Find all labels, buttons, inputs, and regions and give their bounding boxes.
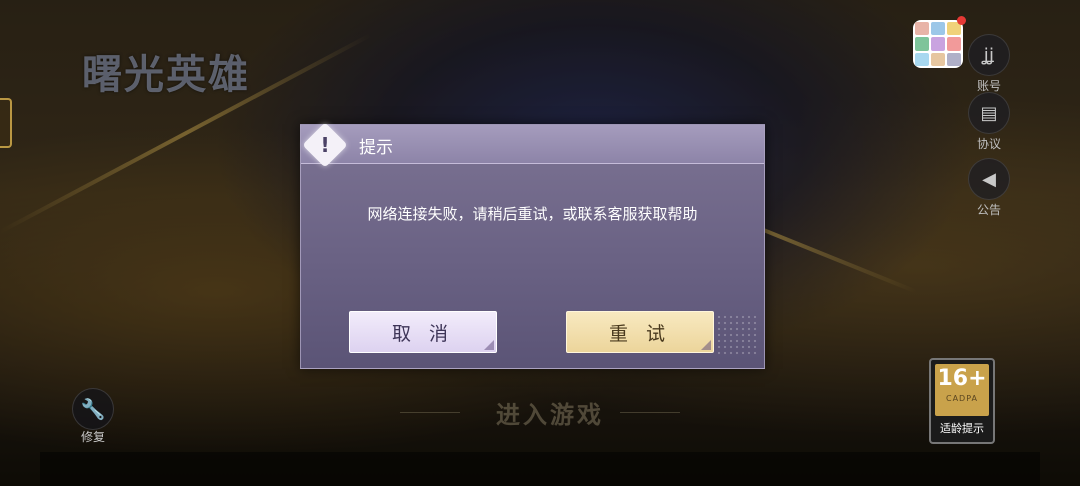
game-logo: 曙光英雄 [82, 52, 250, 98]
dialog-message: 网络连接失败，请稍后重试，或联系客服获取帮助 [367, 205, 698, 223]
account-button[interactable]: ʝʝ 账号 [968, 34, 1010, 94]
dialog-title: 提示 [359, 138, 393, 158]
warning-icon: ! [302, 122, 348, 168]
account-icon: ʝʝ [968, 34, 1010, 76]
agreement-button[interactable]: ▤ 协议 [968, 92, 1010, 152]
agreement-label: 协议 [976, 137, 1001, 151]
notice-button[interactable]: ◀ 公告 [968, 158, 1010, 218]
repair-label: 修复 [80, 430, 105, 444]
user-avatar[interactable] [913, 20, 963, 68]
dialog-dot-pattern [716, 314, 758, 356]
age-rating-tip: 适龄提示 [940, 422, 984, 435]
left-side-tab[interactable] [0, 98, 12, 148]
enter-game-button[interactable]: 进入游戏 [430, 395, 670, 431]
enter-game-divider-right [620, 412, 680, 413]
notification-dot [957, 16, 966, 25]
wrench-icon: 🔧 [72, 388, 114, 430]
megaphone-icon: ◀ [968, 158, 1010, 200]
alert-dialog: ! 提示 网络连接失败，请稍后重试，或联系客服获取帮助 取 消 重 试 [300, 122, 765, 369]
dialog-header: ! 提示 [301, 122, 764, 168]
age-rating-number: 16+ [937, 366, 987, 391]
notice-label: 公告 [976, 203, 1001, 217]
retry-button[interactable]: 重 试 [566, 311, 714, 353]
footer-bar [40, 452, 1040, 486]
age-rating-org: CADPA [945, 394, 978, 403]
cancel-button[interactable]: 取 消 [349, 311, 497, 353]
age-rating-badge[interactable]: 16+ CADPA 适龄提示 [929, 358, 995, 444]
document-icon: ▤ [968, 92, 1010, 134]
repair-button[interactable]: 🔧 修复 [72, 388, 114, 445]
